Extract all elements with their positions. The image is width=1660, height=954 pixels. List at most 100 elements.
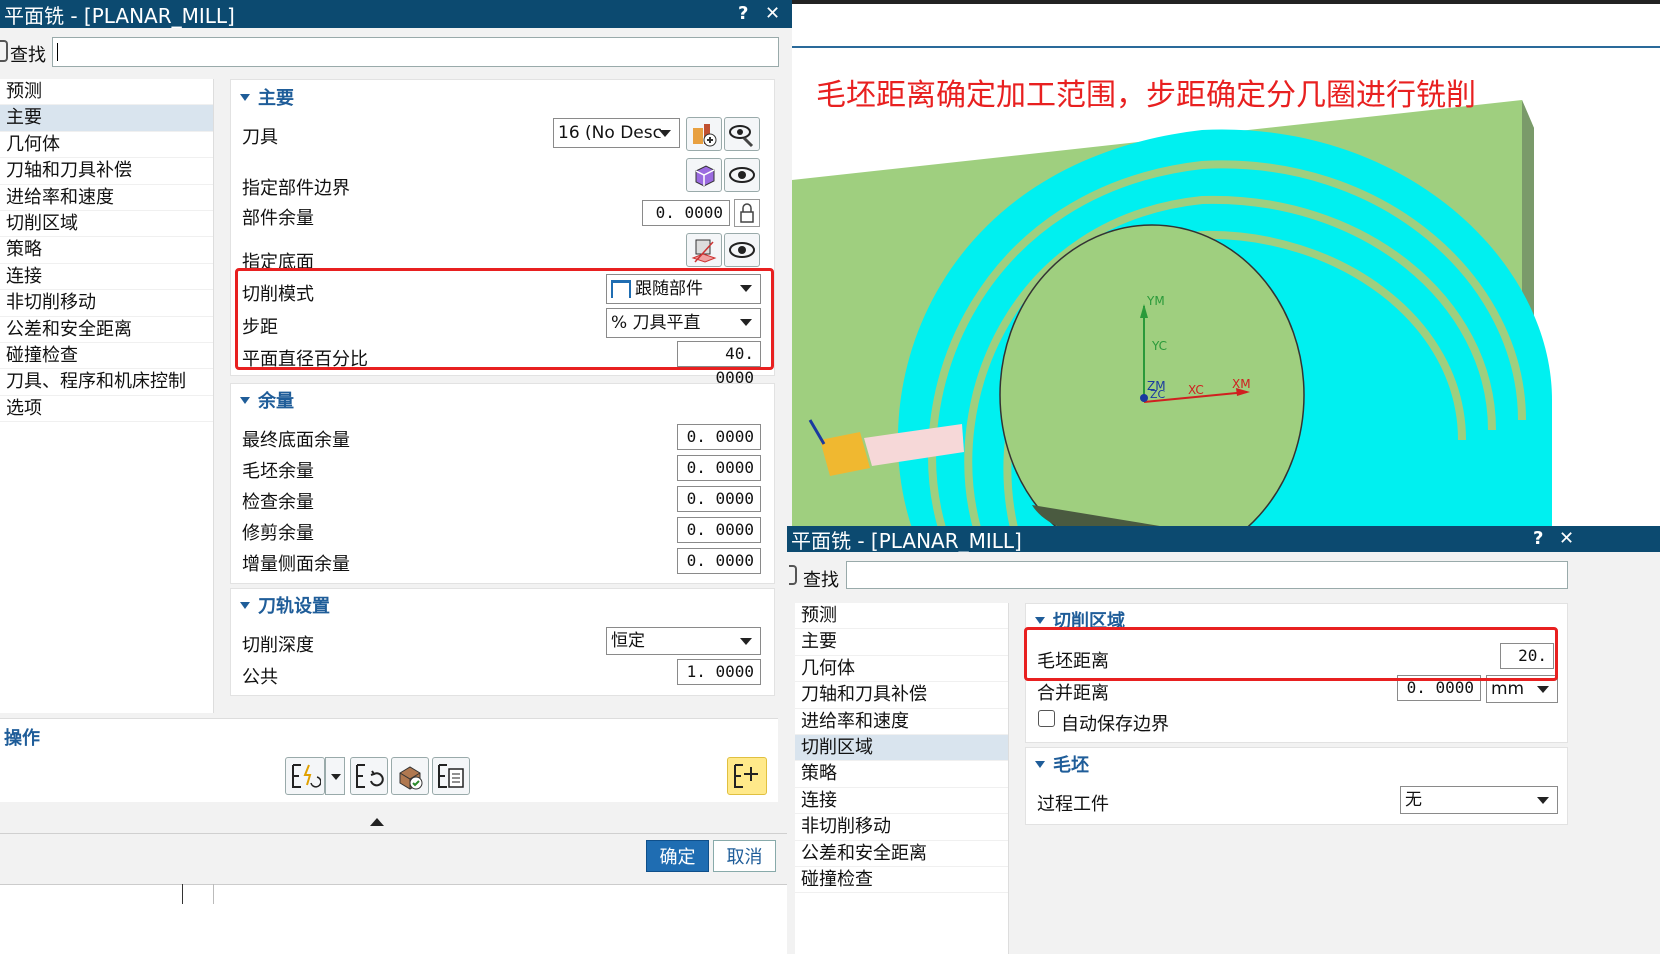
replay-button[interactable] <box>350 757 388 795</box>
nav-item[interactable]: 主要 <box>0 105 213 132</box>
lock-icon[interactable] <box>734 199 760 227</box>
collapse-icon <box>1035 760 1045 768</box>
right-dialog-titlebar: 平面铣 - [PLANAR_MILL] ? ✕ <box>787 526 1660 553</box>
chevron-down-icon <box>1537 686 1549 693</box>
eye-icon <box>729 242 755 258</box>
nav-item[interactable]: 预测 <box>795 603 1008 630</box>
nav-item[interactable]: 刀轴和刀具补偿 <box>795 682 1008 709</box>
main-section-title: 主要 <box>258 88 294 109</box>
nav-item[interactable]: 切削区域 <box>0 211 213 238</box>
search-icon <box>0 40 8 62</box>
stock-section-title: 余量 <box>258 391 294 412</box>
nav-item[interactable]: 进给率和速度 <box>795 709 1008 735</box>
stock-row-label: 修剪余量 <box>242 523 314 544</box>
eye-icon <box>729 167 755 183</box>
tool-select[interactable]: 16 (No Desc <box>553 118 680 148</box>
main-section-header[interactable]: 主要 <box>240 84 294 110</box>
search-icon <box>789 565 797 585</box>
stock-row-field[interactable]: 0. 0000 <box>677 486 761 512</box>
wrench-icon <box>729 125 754 148</box>
actions-panel <box>0 718 778 802</box>
nav-item[interactable]: 公差和安全距离 <box>795 841 1008 867</box>
stock-row-field[interactable]: 0. 0000 <box>677 424 761 450</box>
nav-item[interactable]: 主要 <box>795 629 1008 656</box>
generate-icon <box>292 764 321 788</box>
hot-action-button[interactable] <box>727 757 767 795</box>
close-button[interactable]: ✕ <box>1559 528 1574 549</box>
cut-depth-select[interactable]: 恒定 <box>606 627 761 655</box>
nav-item[interactable]: 策略 <box>795 761 1008 788</box>
list-button[interactable] <box>432 757 470 795</box>
stock-row-label: 增量侧面余量 <box>242 554 350 575</box>
axis-label-zc: ZC <box>1150 388 1166 401</box>
path-section-header[interactable]: 刀轨设置 <box>240 592 330 618</box>
axis-label-yc: YC <box>1151 339 1167 353</box>
chevron-down-icon <box>659 130 671 137</box>
nav-item[interactable]: 碰撞检查 <box>0 343 213 370</box>
nav-item[interactable]: 选项 <box>0 396 213 423</box>
nav-item[interactable]: 刀轴和刀具补偿 <box>0 158 213 185</box>
nav-item[interactable]: 公差和安全距离 <box>0 317 213 343</box>
nav-item[interactable]: 非切削移动 <box>0 290 213 317</box>
show-floor-button[interactable] <box>724 233 760 267</box>
left-nav-list: 预测 主要 几何体 刀轴和刀具补偿 进给率和速度 切削区域 策略 连接 非切削移动 公差和安全距离… <box>0 79 214 713</box>
stock-section-header[interactable]: 余量 <box>240 387 294 413</box>
select-part-boundary-button[interactable] <box>686 158 722 192</box>
stock-row-field[interactable]: 0. 0000 <box>677 548 761 574</box>
blank-header[interactable]: 毛坯 <box>1035 751 1089 777</box>
merge-distance-label: 合并距离 <box>1037 683 1109 704</box>
nav-item[interactable]: 连接 <box>0 264 213 291</box>
close-button[interactable]: ✕ <box>765 3 780 24</box>
ipw-label: 过程工件 <box>1037 794 1109 815</box>
ipw-select[interactable]: 无 <box>1400 786 1558 814</box>
separator <box>0 833 792 834</box>
new-tool-button[interactable] <box>686 117 722 151</box>
nav-item[interactable]: 切削区域 <box>795 734 1008 762</box>
nav-item[interactable]: 策略 <box>0 237 213 264</box>
generate-button[interactable] <box>285 757 325 795</box>
divider-line <box>182 884 183 904</box>
nav-item[interactable]: 进给率和速度 <box>0 185 213 211</box>
path-section-title: 刀轨设置 <box>258 596 330 617</box>
blank-title: 毛坯 <box>1053 755 1089 776</box>
edit-tool-button[interactable] <box>724 117 760 151</box>
help-button[interactable]: ? <box>738 3 748 24</box>
search-input[interactable] <box>846 561 1568 589</box>
help-button[interactable]: ? <box>1533 528 1543 549</box>
replay-icon <box>356 764 384 788</box>
show-part-boundary-button[interactable] <box>724 158 760 192</box>
path-add-icon <box>734 764 758 788</box>
graphics-viewport[interactable]: YM YC ZM ZC XC XM 毛坯距离确定加工范围，步距确定分几圈进行铣削 <box>792 0 1660 528</box>
verify-button[interactable] <box>391 757 429 795</box>
select-floor-button[interactable] <box>686 233 722 267</box>
nav-item[interactable]: 几何体 <box>0 132 213 159</box>
tool-label: 刀具 <box>242 127 278 148</box>
annotation-text: 毛坯距离确定加工范围，步距确定分几圈进行铣削 <box>816 78 1476 113</box>
nav-item[interactable]: 刀具、程序和机床控制 <box>0 369 213 396</box>
part-stock-label: 部件余量 <box>242 208 314 229</box>
new-tool-icon <box>693 124 717 147</box>
common-label: 公共 <box>242 667 278 688</box>
stock-row-field[interactable]: 0. 0000 <box>677 517 761 543</box>
nav-item[interactable]: 非切削移动 <box>795 814 1008 841</box>
generate-dropdown-button[interactable] <box>325 757 345 795</box>
nav-item[interactable]: 几何体 <box>795 656 1008 683</box>
search-label: 查找 <box>803 570 839 591</box>
axis-label-ym: YM <box>1146 294 1165 308</box>
axis-label-xm: XM <box>1232 377 1251 391</box>
part-stock-field[interactable]: 0. 0000 <box>642 200 730 226</box>
collapse-icon <box>240 601 250 609</box>
bottom-strip <box>0 884 792 954</box>
collapse-arrow-icon[interactable] <box>370 818 384 826</box>
auto-save-checkbox[interactable] <box>1038 710 1055 727</box>
ok-button[interactable]: 确定 <box>646 840 709 872</box>
nav-item[interactable]: 碰撞检查 <box>795 867 1008 894</box>
nav-item[interactable]: 预测 <box>0 79 213 106</box>
collapse-icon <box>1035 616 1045 624</box>
common-field[interactable]: 1. 0000 <box>677 659 761 685</box>
stock-row-field[interactable]: 0. 0000 <box>677 455 761 481</box>
nav-item[interactable]: 连接 <box>795 788 1008 815</box>
search-input[interactable] <box>52 37 779 67</box>
cancel-button[interactable]: 取消 <box>713 840 776 872</box>
stock-row-label: 毛坯余量 <box>242 461 314 482</box>
